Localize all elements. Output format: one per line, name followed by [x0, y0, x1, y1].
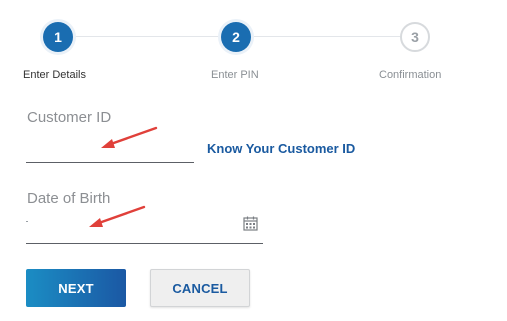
step-3-label: Confirmation — [379, 69, 442, 81]
date-of-birth-input[interactable] — [27, 221, 232, 241]
customer-id-input[interactable] — [27, 140, 192, 160]
step-1-indicator: 1 — [43, 22, 73, 52]
step-connector — [252, 36, 400, 37]
know-customer-id-link[interactable]: Know Your Customer ID — [207, 141, 355, 156]
next-button[interactable]: NEXT — [26, 269, 126, 307]
progress-stepper: 1 2 3 Enter Details Enter PIN Confirmati… — [0, 0, 507, 95]
calendar-icon[interactable] — [243, 216, 258, 231]
date-of-birth-underline — [26, 243, 263, 244]
date-of-birth-label: Date of Birth — [27, 190, 111, 207]
customer-id-underline — [26, 162, 194, 163]
step-3-indicator: 3 — [400, 22, 430, 52]
step-connector — [73, 36, 221, 37]
step-1-label: Enter Details — [23, 69, 86, 81]
customer-id-label: Customer ID — [27, 109, 112, 126]
cancel-button[interactable]: CANCEL — [150, 269, 250, 307]
step-2-label: Enter PIN — [211, 69, 259, 81]
step-2-indicator: 2 — [221, 22, 251, 52]
